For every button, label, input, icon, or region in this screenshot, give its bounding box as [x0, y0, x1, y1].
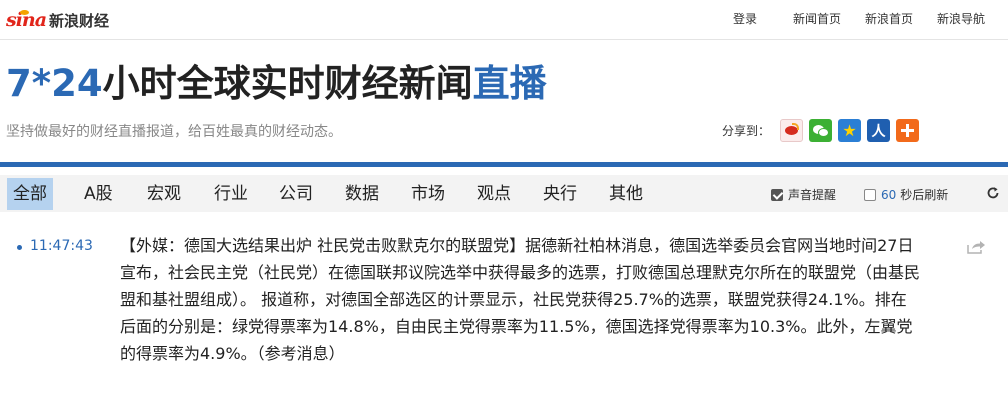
wechat-icon[interactable]: [809, 119, 833, 142]
tab-central-bank[interactable]: 央行: [537, 178, 583, 210]
sina-home-link[interactable]: 新浪首页: [865, 10, 913, 27]
title-main: 小时全球实时财经新闻: [102, 62, 473, 105]
tab-market[interactable]: 市场: [405, 178, 451, 210]
item-content: 【外媒：德国大选结果出炉 社民党击败默克尔的联盟党】据德新社柏林消息，德国选举委…: [120, 236, 921, 363]
sound-alert-toggle[interactable]: 声音提醒: [771, 186, 836, 203]
qzone-icon[interactable]: [838, 119, 862, 142]
tab-data[interactable]: 数据: [339, 178, 385, 210]
tab-company[interactable]: 公司: [273, 178, 319, 210]
tab-industry[interactable]: 行业: [208, 178, 254, 210]
renren-icon[interactable]: 人: [867, 119, 891, 142]
sound-alert-label: 声音提醒: [788, 188, 837, 202]
timeline-dot: [17, 245, 22, 250]
page-title: 7*24小时全球实时财经新闻直播: [6, 53, 547, 107]
tab-macro[interactable]: 宏观: [141, 178, 187, 210]
header-divider: [0, 162, 1008, 167]
tab-a-shares[interactable]: A股: [78, 178, 119, 210]
auto-refresh-checkbox[interactable]: [864, 188, 876, 201]
brand-name: 新浪财经: [49, 11, 110, 30]
top-bar: sina 新浪财经 登录 新闻首页 新浪首页 新浪导航: [0, 0, 1008, 40]
auto-refresh-toggle[interactable]: 60 秒后刷新: [864, 186, 948, 203]
tab-opinion[interactable]: 观点: [471, 178, 517, 210]
tab-all[interactable]: 全部: [7, 178, 53, 210]
share-icon[interactable]: [966, 239, 986, 255]
sina-finance-logo[interactable]: sina 新浪财经: [6, 8, 109, 32]
more-share-icon[interactable]: [896, 119, 920, 142]
share-bar: 分享到： 人: [722, 119, 925, 142]
refresh-icon[interactable]: [986, 186, 1000, 200]
sina-nav-link[interactable]: 新浪导航: [937, 10, 985, 27]
tab-other[interactable]: 其他: [603, 178, 649, 210]
weibo-icon[interactable]: [780, 119, 804, 142]
refresh-seconds: 60: [881, 187, 897, 202]
slogan: 坚持做最好的财经直播报道，给百姓最真的财经动态。: [6, 124, 342, 140]
share-label: 分享到：: [722, 124, 771, 138]
title-prefix: 7*24: [6, 62, 103, 105]
sina-logo-eye-icon: [20, 10, 29, 15]
news-home-link[interactable]: 新闻首页: [793, 10, 841, 27]
category-bar: 全部 A股 宏观 行业 公司 数据 市场 观点 央行 其他 声音提醒 60 秒后…: [0, 175, 1008, 212]
login-link[interactable]: 登录: [733, 10, 757, 27]
sound-alert-checkbox[interactable]: [771, 188, 783, 201]
item-time: 11:47:43: [30, 238, 93, 254]
title-suffix: 直播: [472, 62, 547, 105]
refresh-label: 秒后刷新: [900, 188, 949, 202]
list-item: 11:47:43 【外媒：德国大选结果出炉 社民党击败默克尔的联盟党】据德新社柏…: [0, 225, 1008, 385]
